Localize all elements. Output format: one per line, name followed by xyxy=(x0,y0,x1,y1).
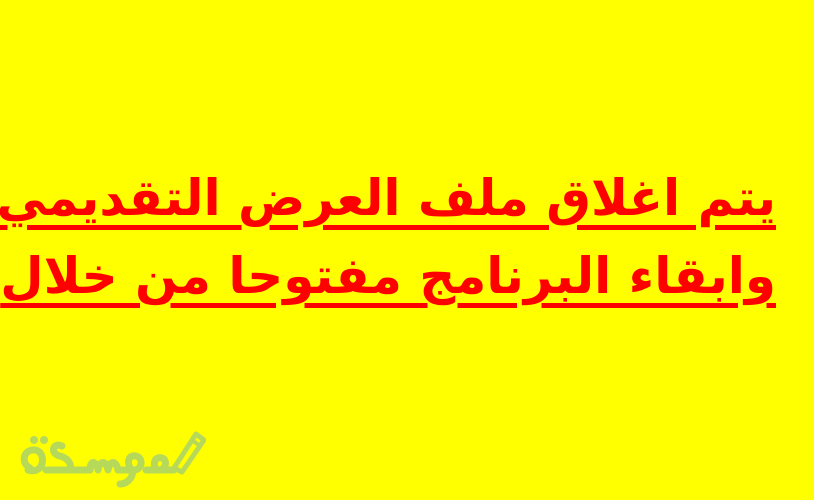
logo-glyphs xyxy=(20,441,178,488)
text-line-1: يتم اغلاق ملف العرض التقديمي xyxy=(0,169,776,227)
pen-icon xyxy=(171,431,206,475)
text-line-2: وابقاء البرنامج مفتوحا من خلال xyxy=(0,247,776,305)
mawsoah-logo-watermark xyxy=(20,431,206,488)
slide-canvas: يتم اغلاق ملف العرض التقديمي وابقاء البر… xyxy=(0,0,814,500)
main-text-block: يتم اغلاق ملف العرض التقديمي وابقاء البر… xyxy=(0,168,776,306)
logo-dots xyxy=(30,436,48,444)
